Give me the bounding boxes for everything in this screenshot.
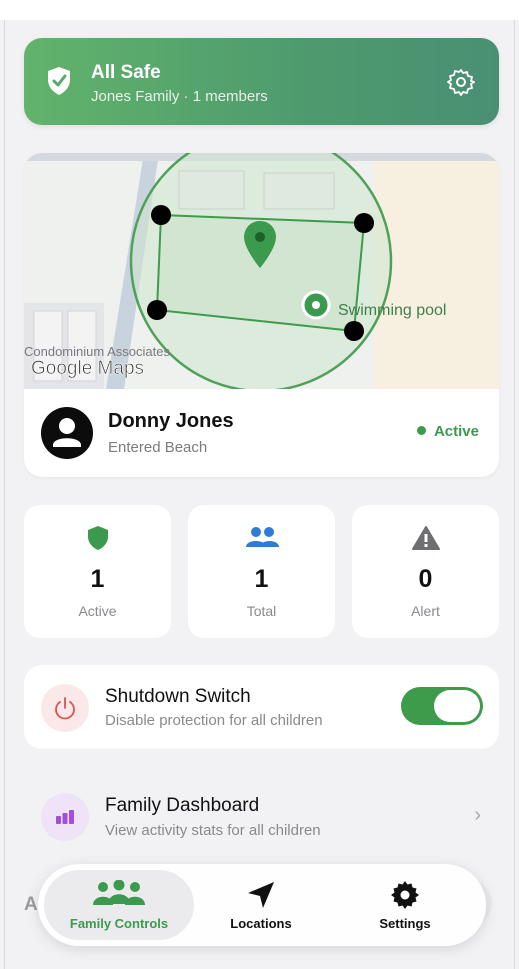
family-icon — [93, 880, 145, 905]
member-map-card[interactable]: Swimming pool Condominium Associates Goo… — [24, 153, 499, 477]
avatar — [41, 407, 93, 459]
dashboard-icon-badge — [41, 793, 89, 841]
safety-banner: All Safe Jones Family · 1 members — [24, 38, 499, 125]
tab-settings[interactable]: Settings — [338, 870, 472, 940]
tab-bar: Family Controls Locations Settings — [38, 864, 486, 946]
stat-value: 0 — [418, 565, 433, 593]
gear-icon[interactable] — [447, 68, 475, 96]
tab-locations[interactable]: Locations — [194, 870, 328, 940]
stat-card-total[interactable]: 1 Total — [188, 505, 335, 638]
stat-label: Active — [78, 603, 117, 619]
dashboard-subtitle: View activity stats for all children — [105, 822, 321, 839]
status-badge: Active — [416, 423, 479, 440]
power-icon-badge — [41, 684, 89, 732]
chevron-right-icon: › — [474, 804, 481, 826]
stat-label: Total — [246, 603, 277, 619]
person-icon — [53, 418, 81, 447]
stat-card-active[interactable]: 1 Active — [24, 505, 171, 638]
status-dot — [416, 426, 426, 435]
shutdown-toggle[interactable] — [401, 687, 483, 725]
bar-chart-icon — [56, 810, 74, 824]
shield-check-icon — [48, 67, 70, 95]
status-label: Active — [433, 423, 479, 440]
stat-card-alert[interactable]: 0 Alert — [352, 505, 499, 638]
tab-label: Settings — [379, 916, 431, 931]
member-name: Donny Jones — [108, 410, 234, 432]
obscured-text: A — [24, 894, 38, 915]
tab-family-controls[interactable]: Family Controls — [44, 870, 194, 940]
banner-subtitle: Jones Family · 1 members — [91, 88, 268, 105]
tab-label: Locations — [230, 916, 292, 931]
people-icon — [245, 527, 279, 547]
member-row[interactable]: Donny Jones Entered Beach Active — [24, 389, 499, 477]
power-icon — [55, 697, 75, 720]
stat-value: 1 — [90, 565, 105, 593]
tab-label: Family Controls — [69, 916, 169, 931]
banner-title: All Safe — [91, 62, 161, 83]
poi-label: Swimming pool — [338, 302, 446, 319]
map-attribution: Google Maps — [31, 358, 144, 379]
area-label: Condominium Associates — [24, 344, 170, 359]
status-area — [0, 0, 519, 20]
stat-value: 1 — [254, 565, 269, 593]
geofence-map[interactable]: Swimming pool Condominium Associates Goo… — [24, 153, 499, 389]
member-status-text: Entered Beach — [108, 439, 208, 456]
shutdown-switch-row: Shutdown Switch Disable protection for a… — [24, 665, 499, 749]
shutdown-title: Shutdown Switch — [105, 686, 251, 707]
gear-icon — [391, 881, 419, 909]
stat-label: Alert — [411, 603, 440, 619]
shield-icon — [87, 526, 108, 550]
location-arrow-icon — [248, 882, 274, 908]
shutdown-subtitle: Disable protection for all children — [105, 712, 323, 729]
toggle-knob — [434, 690, 480, 722]
dashboard-title: Family Dashboard — [105, 795, 260, 816]
warning-icon — [411, 526, 440, 550]
family-dashboard-row[interactable]: Family Dashboard View activity stats for… — [24, 780, 499, 850]
